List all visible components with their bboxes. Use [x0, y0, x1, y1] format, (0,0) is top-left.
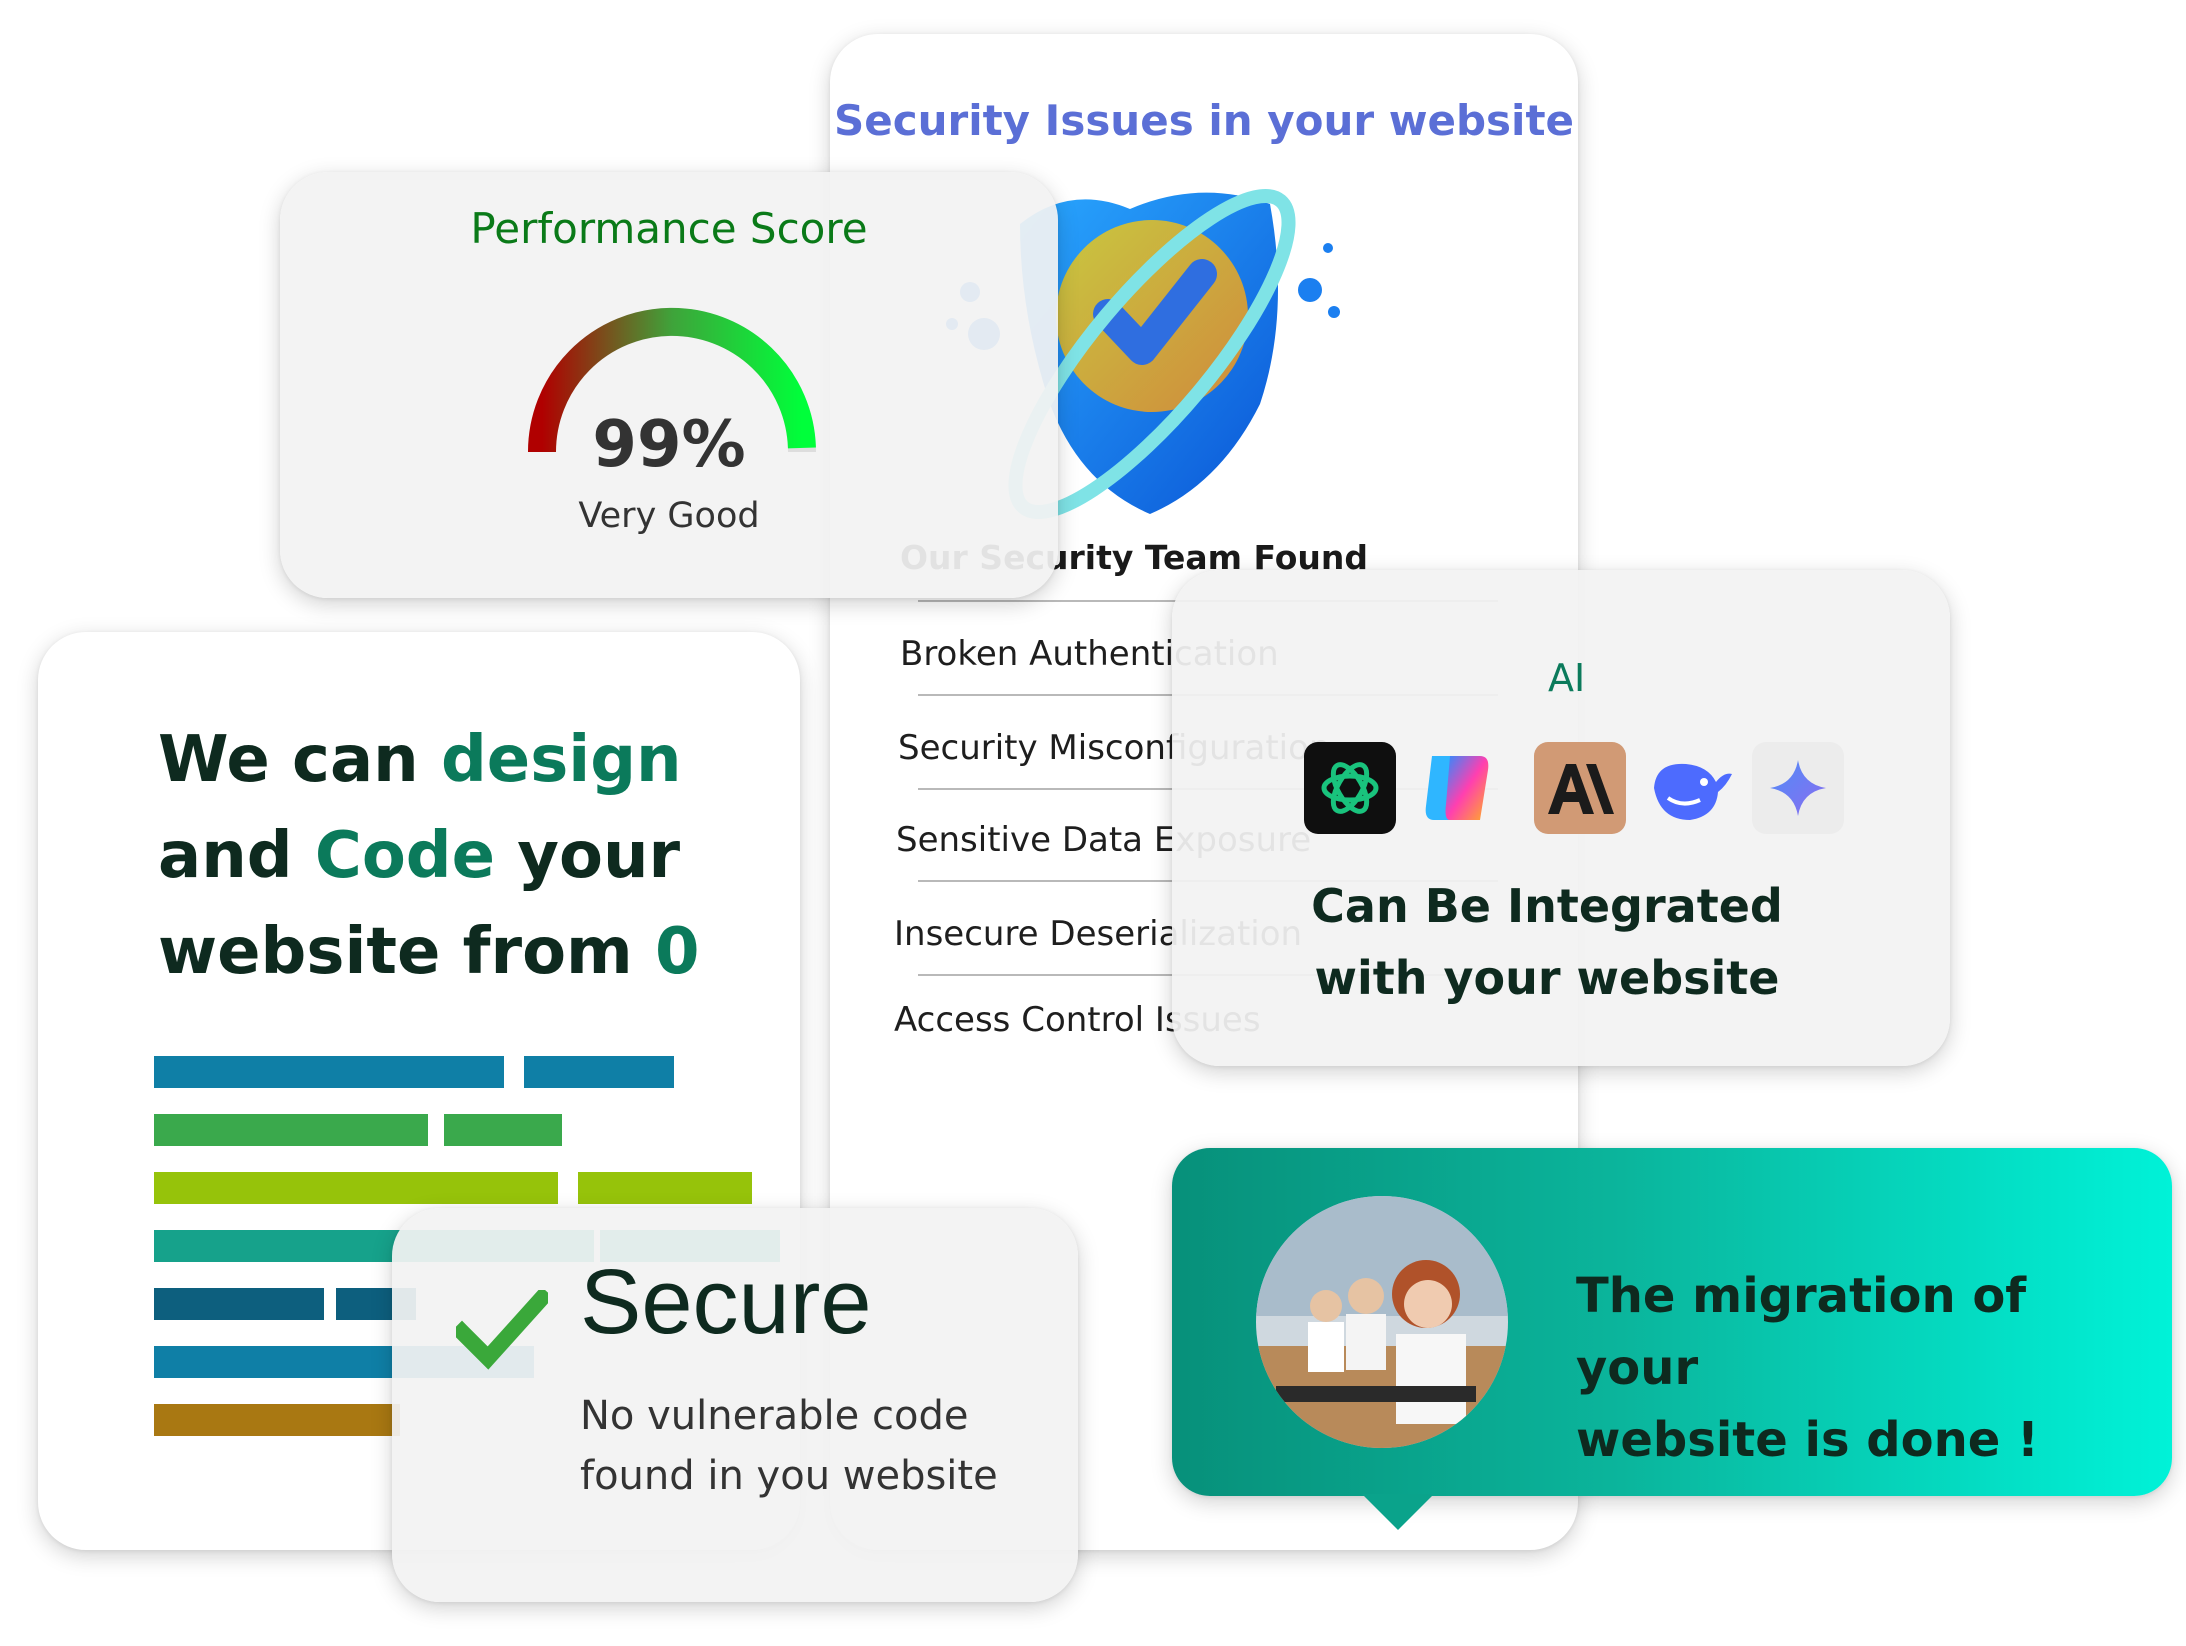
code-bar [154, 1056, 504, 1088]
performance-value: 99% [592, 408, 746, 482]
heading-text: We can [158, 723, 441, 797]
checkmark-icon [450, 1286, 554, 1370]
code-bar [154, 1288, 324, 1320]
code-bar [444, 1114, 562, 1146]
ai-title-line: with your website [1314, 951, 1780, 1005]
performance-score-card: Performance Score 99% Very Good [280, 172, 1058, 598]
migration-banner: The migration of your website is done ! [1172, 1148, 2172, 1530]
secure-desc-line: found in you website [580, 1453, 998, 1499]
secure-title: Secure [580, 1251, 872, 1353]
migration-text-line: The migration of your [1576, 1268, 2027, 1396]
design-heading: We can design and Code your website from… [158, 712, 718, 1000]
copilot-logo-icon [1410, 742, 1502, 834]
chatgpt-logo-icon [1304, 742, 1396, 834]
heading-text: and [158, 819, 315, 893]
anthropic-logo-icon [1534, 742, 1626, 834]
ai-label: AI [1548, 656, 1586, 700]
ai-title-line: Can Be Integrated [1311, 879, 1783, 933]
speech-tail [1362, 1494, 1434, 1530]
support-team-photo [1256, 1196, 1508, 1448]
code-bar [578, 1172, 752, 1204]
ai-integration-title: Can Be Integrated with your website [1172, 870, 1922, 1014]
heading-accent: 0 [655, 915, 700, 989]
security-title: Security Issues in your website [833, 96, 1575, 145]
heading-text: website from [158, 915, 655, 989]
performance-title: Performance Score [470, 204, 868, 253]
performance-label: Very Good [578, 496, 760, 536]
gemini-logo-icon [1752, 742, 1844, 834]
code-bar [154, 1404, 400, 1436]
code-bar [524, 1056, 674, 1088]
migration-text: The migration of your website is done ! [1576, 1260, 2136, 1476]
secure-description: No vulnerable code found in you website [580, 1386, 1040, 1506]
heading-text: your [495, 819, 681, 893]
secure-card: Secure No vulnerable code found in you w… [392, 1208, 1078, 1602]
code-bar [154, 1172, 558, 1204]
secure-desc-line: No vulnerable code [580, 1393, 969, 1439]
migration-text-line: website is done ! [1576, 1412, 2039, 1468]
heading-accent: design [440, 723, 682, 797]
deepseek-logo-icon [1646, 742, 1738, 834]
ai-integration-card: AI Can Be Integrated with your website [1172, 570, 1950, 1066]
heading-accent: Code [314, 819, 495, 893]
code-bar [154, 1114, 428, 1146]
